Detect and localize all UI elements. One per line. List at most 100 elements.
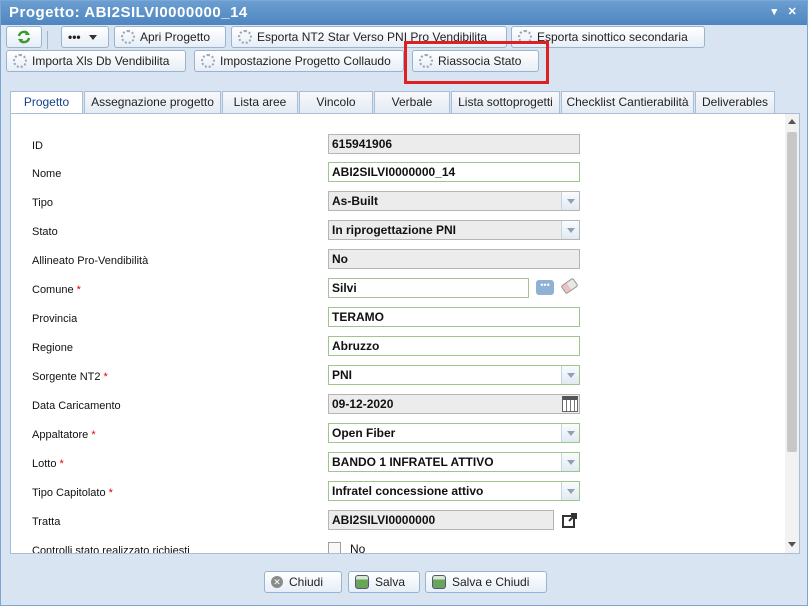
- browse-icon[interactable]: •••: [536, 280, 554, 295]
- row-nome: Nome ABI2SILVI0000000_14: [11, 162, 781, 184]
- chevron-down-icon[interactable]: [561, 424, 579, 442]
- field-label: Tratta: [32, 516, 61, 528]
- field-label: Nome: [32, 168, 62, 180]
- save-icon: [355, 575, 369, 589]
- chevron-down-icon: [88, 34, 97, 40]
- row-controlli: Controlli stato realizzato richiesti No: [11, 539, 781, 554]
- id-field[interactable]: 615941906: [328, 134, 580, 154]
- provincia-field[interactable]: TERAMO: [328, 307, 580, 327]
- refresh-icon: [17, 30, 31, 44]
- button-label: Importa Xls Db Vendibilita: [32, 54, 170, 68]
- button-label: Salva e Chiudi: [452, 575, 530, 589]
- toolbar-separator: [47, 31, 48, 49]
- project-window: Progetto: ABI2SILVI0000000_14 ▾ ✕ ••• Ap…: [0, 0, 808, 606]
- minimize-icon[interactable]: ▾: [768, 6, 781, 19]
- field-label: Provincia: [32, 313, 78, 325]
- label-text: Lotto: [32, 458, 57, 470]
- button-label: Esporta sinottico secondaria: [537, 30, 688, 44]
- row-capitolato: Tipo Capitolato * Infratel concessione a…: [11, 481, 781, 503]
- tab-vincolo[interactable]: Vincolo: [299, 91, 373, 114]
- field-label: Controlli stato realizzato richiesti: [32, 545, 190, 554]
- lotto-select[interactable]: BANDO 1 INFRATEL ATTIVO: [328, 452, 580, 472]
- label-text: Tipo Capitolato: [32, 487, 106, 499]
- required-marker: *: [103, 371, 108, 383]
- nome-field[interactable]: ABI2SILVI0000000_14: [328, 162, 580, 182]
- select-value: As-Built: [332, 194, 378, 208]
- apri-progetto-button[interactable]: Apri Progetto: [114, 26, 226, 48]
- tab-assegnazione[interactable]: Assegnazione progetto: [84, 91, 221, 114]
- row-comune: Comune * Silvi •••: [11, 277, 781, 300]
- chiudi-button[interactable]: ✕ Chiudi: [264, 571, 342, 593]
- appaltatore-select[interactable]: Open Fiber: [328, 423, 580, 443]
- calendar-icon[interactable]: [562, 396, 578, 412]
- select-value: Infratel concessione attivo: [332, 484, 484, 498]
- required-marker: *: [108, 487, 113, 499]
- sorgente-select[interactable]: PNI: [328, 365, 580, 385]
- row-sorgente: Sorgente NT2 * PNI: [11, 365, 781, 387]
- field-label: Allineato Pro-Vendibilità: [32, 255, 149, 267]
- chevron-down-icon[interactable]: [561, 453, 579, 471]
- salva-e-chiudi-button[interactable]: Salva e Chiudi: [425, 571, 547, 593]
- window-title: Progetto: ABI2SILVI0000000_14: [9, 4, 248, 21]
- save-close-icon: [432, 575, 446, 589]
- importa-xls-button[interactable]: Importa Xls Db Vendibilita: [6, 50, 186, 72]
- field-label: Tipo Capitolato *: [32, 487, 113, 499]
- regione-field[interactable]: Abruzzo: [328, 336, 580, 356]
- tab-deliverables[interactable]: Deliverables: [695, 91, 775, 114]
- field-label: Stato: [32, 226, 58, 238]
- allineato-field[interactable]: No: [328, 249, 580, 269]
- tab-checklist[interactable]: Checklist Cantierabilità: [561, 91, 694, 114]
- button-label: Salva: [375, 575, 406, 589]
- chevron-down-icon[interactable]: [561, 482, 579, 500]
- controlli-checkbox[interactable]: [328, 542, 341, 553]
- gear-icon: [13, 54, 27, 68]
- tab-lista-aree[interactable]: Lista aree: [222, 91, 298, 114]
- capitolato-select[interactable]: Infratel concessione attivo: [328, 481, 580, 501]
- field-label: ID: [32, 140, 43, 152]
- scroll-thumb[interactable]: [787, 132, 797, 452]
- scroll-up-icon[interactable]: [788, 119, 796, 124]
- tipo-select[interactable]: As-Built: [328, 191, 580, 211]
- row-tratta: Tratta ABI2SILVI0000000: [11, 510, 781, 532]
- tratta-field[interactable]: ABI2SILVI0000000: [328, 510, 554, 530]
- refresh-button[interactable]: [6, 26, 42, 48]
- data-field[interactable]: 09-12-2020: [328, 394, 580, 414]
- field-label: Data Caricamento: [32, 400, 121, 412]
- gear-icon: [201, 54, 215, 68]
- open-link-icon[interactable]: [562, 512, 578, 528]
- salva-button[interactable]: Salva: [348, 571, 420, 593]
- field-label: Appaltatore *: [32, 429, 96, 441]
- row-data: Data Caricamento 09-12-2020: [11, 394, 781, 416]
- button-label: Apri Progetto: [140, 30, 211, 44]
- select-value: BANDO 1 INFRATEL ATTIVO: [332, 455, 494, 469]
- button-label: Impostazione Progetto Collaudo: [220, 54, 391, 68]
- eraser-icon[interactable]: [560, 277, 579, 295]
- required-marker: *: [91, 429, 96, 441]
- field-label: Regione: [32, 342, 73, 354]
- row-tipo: Tipo As-Built: [11, 191, 781, 213]
- tab-progetto[interactable]: Progetto: [10, 91, 83, 114]
- chevron-down-icon[interactable]: [561, 192, 579, 210]
- tab-lista-sottoprogetti[interactable]: Lista sottoprogetti: [451, 91, 560, 114]
- impostazione-collaudo-button[interactable]: Impostazione Progetto Collaudo: [194, 50, 404, 72]
- required-marker: *: [76, 284, 81, 296]
- form-panel: ID 615941906 Nome ABI2SILVI0000000_14 Ti…: [10, 113, 800, 554]
- chevron-down-icon[interactable]: [561, 366, 579, 384]
- tab-verbale[interactable]: Verbale: [374, 91, 450, 114]
- window-titlebar[interactable]: Progetto: ABI2SILVI0000000_14 ▾ ✕: [1, 1, 807, 25]
- field-label: Lotto *: [32, 458, 64, 470]
- comune-field[interactable]: Silvi: [328, 278, 529, 298]
- close-window-icon[interactable]: ✕: [786, 6, 799, 19]
- gear-icon: [121, 30, 135, 44]
- checkbox-label: No: [350, 542, 366, 554]
- chevron-down-icon[interactable]: [561, 221, 579, 239]
- label-text: Sorgente NT2: [32, 371, 101, 383]
- highlight-box: [404, 41, 549, 84]
- stato-select[interactable]: In riprogettazione PNI: [328, 220, 580, 240]
- scroll-down-icon[interactable]: [788, 542, 796, 547]
- field-label: Tipo: [32, 197, 53, 209]
- vertical-scrollbar[interactable]: [785, 114, 799, 553]
- select-value: In riprogettazione PNI: [332, 223, 457, 237]
- dialog-footer: ✕ Chiudi Salva Salva e Chiudi: [1, 561, 807, 605]
- more-menu-button[interactable]: •••: [61, 26, 109, 48]
